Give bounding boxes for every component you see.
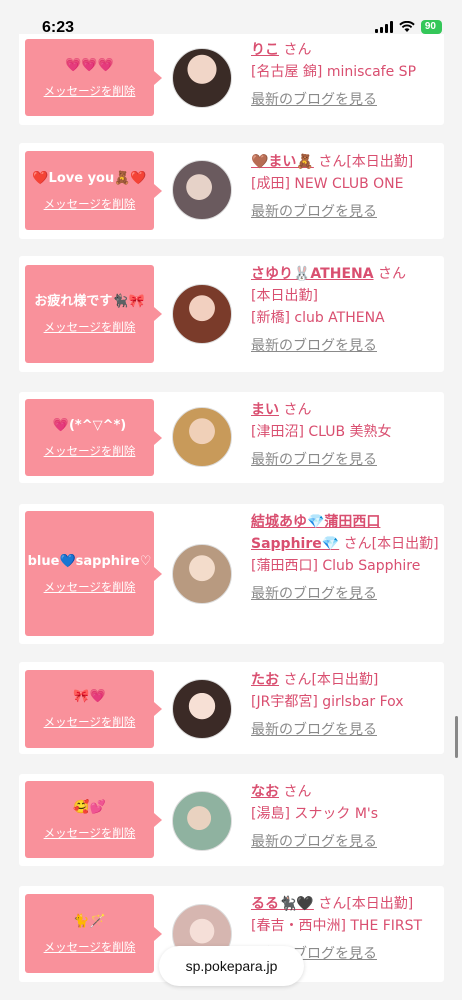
message-bubble: 🥰💕 メッセージを削除	[25, 781, 162, 858]
message-text: blue💙sapphire♡	[27, 553, 152, 569]
avatar[interactable]	[172, 407, 232, 467]
avatar[interactable]	[172, 284, 232, 344]
delete-message-link[interactable]: メッセージを削除	[44, 579, 136, 595]
delete-message-link[interactable]: メッセージを削除	[44, 714, 136, 730]
delete-message-link[interactable]: メッセージを削除	[44, 196, 136, 212]
message-card: ❤️Love you🧸❤️ メッセージを削除 🤎まい🧸 さん[本日出勤] [成田…	[19, 143, 444, 239]
signal-icon	[374, 21, 393, 33]
profile-name-link[interactable]: まい	[251, 402, 279, 418]
message-bubble: 🎀💗 メッセージを削除	[25, 670, 162, 748]
avatar[interactable]	[172, 679, 232, 739]
profile-name-link[interactable]: るる🐈‍⬛🖤	[251, 896, 314, 912]
latest-blog-link[interactable]: 最新のブログを見る	[251, 89, 439, 111]
battery-indicator: 90	[420, 20, 442, 34]
delete-message-link[interactable]: メッセージを削除	[44, 443, 136, 459]
latest-blog-link[interactable]: 最新のブログを見る	[251, 335, 439, 357]
profile-info: まい さん [津田沼] CLUB 美熟女 最新のブログを見る	[251, 399, 439, 471]
message-text: 💗(*^▽^*)	[52, 417, 127, 433]
message-bubble: blue💙sapphire♡ メッセージを削除	[25, 511, 162, 636]
status-time: 6:23	[42, 19, 75, 36]
status-bar: 6:23 90	[0, 0, 462, 36]
message-text: お疲れ様です🐈‍⬛🎀	[34, 294, 145, 309]
message-card: お疲れ様です🐈‍⬛🎀 メッセージを削除 さゆり🐰ATHENA さん [本日出勤]…	[19, 256, 444, 372]
avatar[interactable]	[172, 160, 232, 220]
latest-blog-link[interactable]: 最新のブログを見る	[251, 583, 439, 605]
wifi-icon	[399, 21, 415, 32]
profile-info: たお さん[本日出勤] [JR宇都宮] girlsbar Fox 最新のブログを…	[251, 669, 439, 741]
message-bubble: ❤️Love you🧸❤️ メッセージを削除	[25, 151, 162, 230]
shop-name: [名古屋 錦] miniscafe SP	[251, 64, 417, 80]
delete-message-link[interactable]: メッセージを削除	[44, 83, 136, 99]
message-text: 💗💗💗	[65, 57, 114, 73]
latest-blog-link[interactable]: 最新のブログを見る	[251, 201, 439, 223]
profile-info: 結城あゆ💎蒲田西口Sapphire💎 さん[本日出勤] [蒲田西口] Club …	[251, 511, 439, 605]
message-text: ❤️Love you🧸❤️	[32, 170, 147, 186]
profile-name-link[interactable]: なお	[251, 784, 279, 800]
message-text: 🐈🪄	[73, 913, 106, 929]
message-card: 🥰💕 メッセージを削除 なお さん [湯島] スナック M's 最新のブログを見…	[19, 774, 444, 866]
shop-name: [成田] NEW CLUB ONE	[251, 176, 404, 192]
delete-message-link[interactable]: メッセージを削除	[44, 319, 136, 335]
delete-message-link[interactable]: メッセージを削除	[44, 939, 136, 955]
latest-blog-link[interactable]: 最新のブログを見る	[251, 831, 439, 853]
shop-name: [JR宇都宮] girlsbar Fox	[251, 694, 404, 710]
status-icons: 90	[374, 20, 442, 34]
message-bubble: 💗💗💗 メッセージを削除	[25, 39, 162, 116]
profile-name-link[interactable]: さゆり🐰ATHENA	[251, 266, 374, 282]
shop-name: [蒲田西口] Club Sapphire	[251, 558, 421, 574]
scrollbar[interactable]	[455, 716, 458, 758]
profile-name-link[interactable]: りこ	[251, 42, 279, 58]
latest-blog-link[interactable]: 最新のブログを見る	[251, 449, 439, 471]
message-bubble: 🐈🪄 メッセージを削除	[25, 894, 162, 973]
message-card: 💗(*^▽^*) メッセージを削除 まい さん [津田沼] CLUB 美熟女 最…	[19, 392, 444, 483]
shop-name: [春吉・西中洲] THE FIRST	[251, 918, 423, 934]
profile-info: 🤎まい🧸 さん[本日出勤] [成田] NEW CLUB ONE 最新のブログを見…	[251, 151, 439, 223]
message-bubble: 💗(*^▽^*) メッセージを削除	[25, 399, 162, 476]
message-bubble: お疲れ様です🐈‍⬛🎀 メッセージを削除	[25, 265, 162, 363]
profile-name-link[interactable]: 🤎まい🧸	[251, 154, 314, 170]
delete-message-link[interactable]: メッセージを削除	[44, 825, 136, 841]
latest-blog-link[interactable]: 最新のブログを見る	[251, 719, 439, 741]
profile-info: なお さん [湯島] スナック M's 最新のブログを見る	[251, 781, 439, 853]
shop-name: [津田沼] CLUB 美熟女	[251, 424, 392, 440]
message-text: 🎀💗	[73, 689, 106, 704]
profile-info: りこ さん [名古屋 錦] miniscafe SP 最新のブログを見る	[251, 39, 439, 111]
shop-name: [湯島] スナック M's	[251, 806, 379, 822]
shop-name: [新橋] club ATHENA	[251, 310, 385, 326]
avatar[interactable]	[172, 791, 232, 851]
message-card: blue💙sapphire♡ メッセージを削除 結城あゆ💎蒲田西口Sapphir…	[19, 504, 444, 644]
message-card: 💗💗💗 メッセージを削除 りこ さん [名古屋 錦] miniscafe SP …	[19, 31, 444, 125]
profile-info: さゆり🐰ATHENA さん [本日出勤] [新橋] club ATHENA 最新…	[251, 263, 439, 357]
message-text: 🥰💕	[73, 799, 106, 815]
message-card: 🎀💗 メッセージを削除 たお さん[本日出勤] [JR宇都宮] girlsbar…	[19, 662, 444, 754]
avatar[interactable]	[172, 48, 232, 108]
avatar[interactable]	[172, 544, 232, 604]
profile-name-link[interactable]: たお	[251, 672, 279, 688]
url-bar[interactable]: sp.pokepara.jp	[159, 946, 304, 986]
